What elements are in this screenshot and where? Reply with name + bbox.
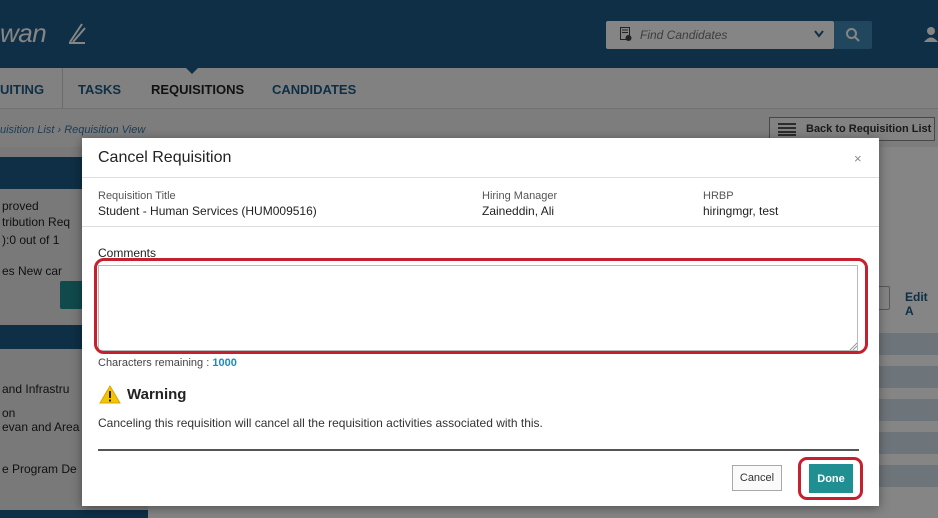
requisition-title-value: Student - Human Services (HUM009516) (98, 204, 317, 218)
resize-grip-icon[interactable] (849, 342, 857, 350)
characters-remaining-label: Characters remaining : (98, 357, 210, 369)
characters-remaining-count: 1000 (212, 357, 237, 369)
dialog-header: Cancel Requisition × (82, 138, 879, 178)
done-button[interactable]: Done (809, 464, 853, 493)
warning-message: Canceling this requisition will cancel a… (98, 416, 543, 430)
requisition-title-label: Requisition Title (98, 190, 176, 202)
close-icon[interactable]: × (854, 151, 862, 166)
hrbp-label: HRBP (703, 190, 734, 202)
dialog-title: Cancel Requisition (98, 149, 232, 166)
footer-divider (98, 449, 859, 451)
hrbp-value: hiringmgr, test (703, 204, 779, 218)
hiring-manager-value: Zaineddin, Ali (482, 204, 555, 218)
cancel-button[interactable]: Cancel (732, 465, 782, 491)
comments-textarea[interactable] (98, 265, 858, 351)
info-divider (82, 226, 879, 227)
comments-label: Comments (98, 246, 157, 260)
cancel-requisition-dialog: Cancel Requisition × Requisition Title S… (82, 138, 879, 506)
warning-title: Warning (127, 386, 187, 403)
characters-remaining: Characters remaining : 1000 (98, 357, 237, 369)
warning-icon (99, 385, 121, 404)
hiring-manager-label: Hiring Manager (482, 190, 558, 202)
